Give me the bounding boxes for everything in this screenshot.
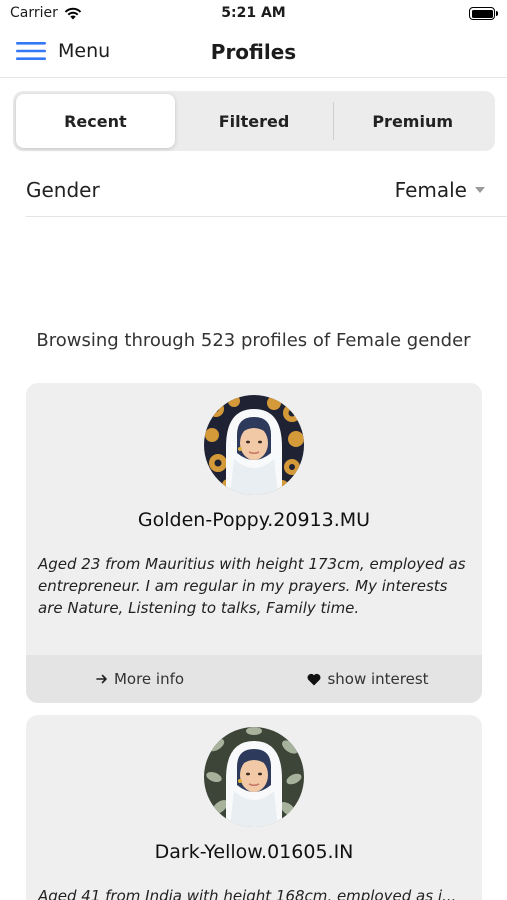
profile-avatar-icon bbox=[204, 395, 304, 495]
heart-icon bbox=[307, 673, 321, 685]
browse-summary: Browsing through 523 profiles of Female … bbox=[36, 330, 471, 351]
profile-name: Dark-Yellow.01605.IN bbox=[154, 841, 354, 863]
chevron-down-icon bbox=[475, 187, 485, 193]
tab-recent[interactable]: Recent bbox=[16, 94, 175, 148]
profile-card: Golden-Poppy.20913.MU Aged 23 from Mauri… bbox=[26, 383, 482, 703]
tab-filtered[interactable]: Filtered bbox=[175, 94, 334, 148]
gender-value: Female bbox=[394, 178, 467, 202]
navigation-bar: Menu Profiles bbox=[0, 28, 507, 78]
profile-avatar-icon bbox=[204, 727, 304, 827]
profile-actions: More info show interest bbox=[26, 655, 482, 703]
more-info-label: More info bbox=[113, 670, 185, 688]
show-interest-button[interactable]: show interest bbox=[254, 655, 482, 703]
more-info-button[interactable]: More info bbox=[26, 655, 254, 703]
hamburger-icon bbox=[16, 42, 46, 60]
tab-premium[interactable]: Premium bbox=[333, 94, 492, 148]
profile-card: Dark-Yellow.01605.IN Aged 41 from India … bbox=[26, 715, 482, 900]
gender-label: Gender bbox=[26, 178, 100, 202]
profile-description: Aged 41 from India with height 168cm, em… bbox=[38, 887, 457, 900]
status-bar: Carrier 5:21 AM bbox=[0, 0, 507, 28]
profile-description: Aged 23 from Mauritius with height 173cm… bbox=[38, 555, 466, 617]
gender-dropdown[interactable]: Female bbox=[395, 178, 485, 202]
profile-filter-tabs: Recent Filtered Premium bbox=[13, 91, 495, 151]
battery-icon bbox=[469, 7, 498, 20]
show-interest-label: show interest bbox=[327, 670, 429, 688]
menu-label: Menu bbox=[58, 40, 111, 62]
menu-button[interactable]: Menu bbox=[16, 40, 110, 62]
profile-name: Golden-Poppy.20913.MU bbox=[137, 509, 371, 531]
arrow-right-icon bbox=[96, 674, 107, 684]
status-time: 5:21 AM bbox=[221, 5, 286, 21]
gender-filter-row: Gender Female bbox=[26, 165, 507, 217]
